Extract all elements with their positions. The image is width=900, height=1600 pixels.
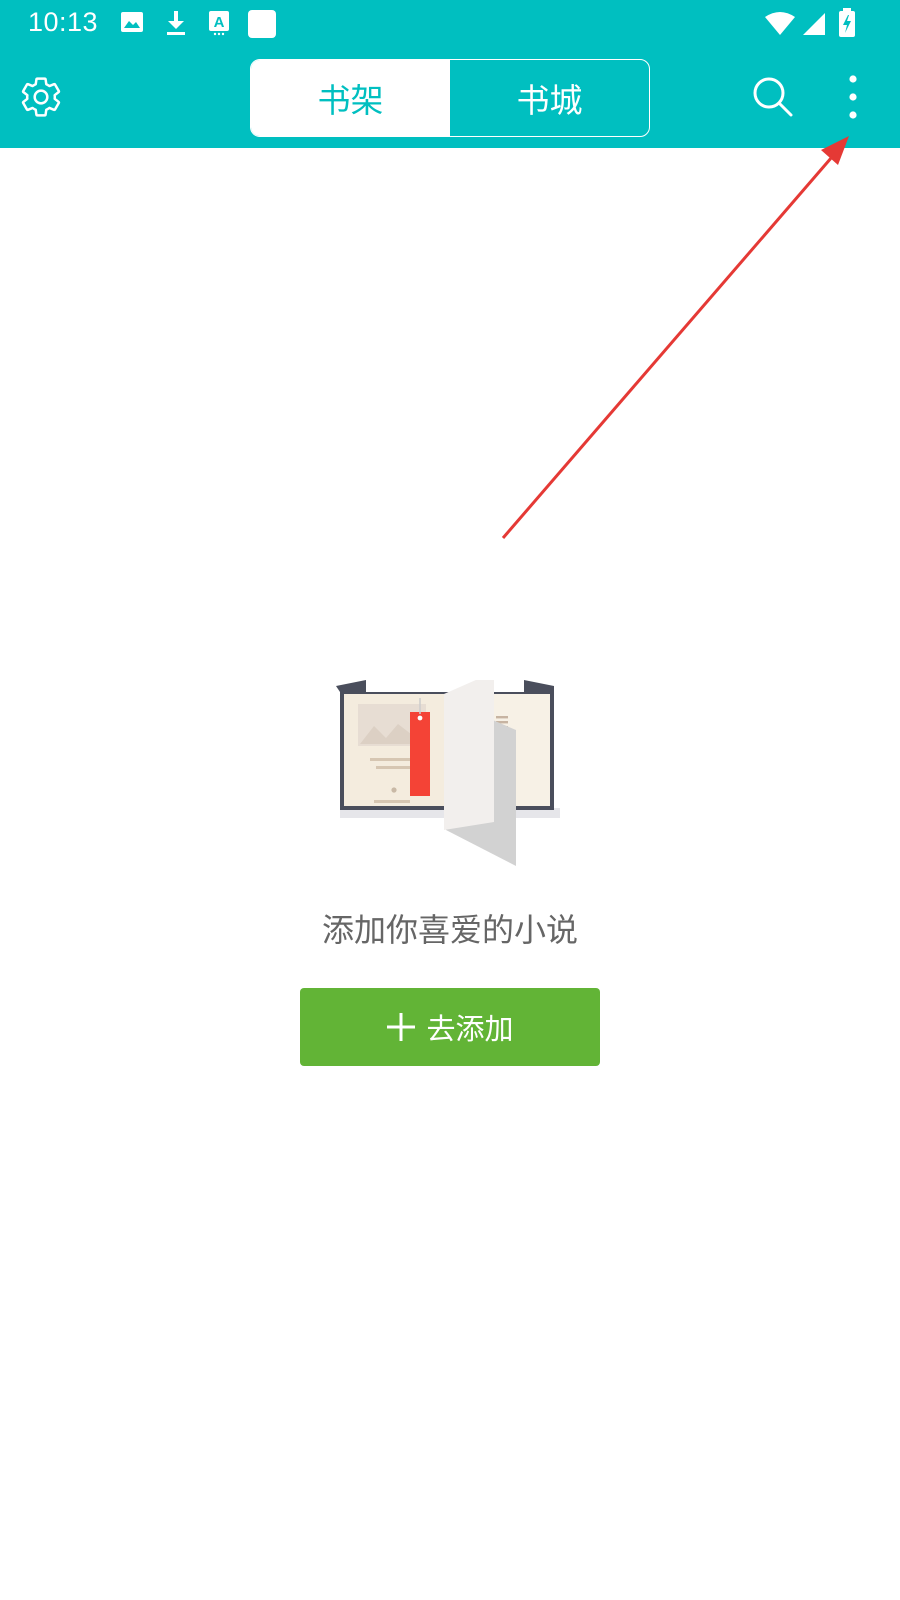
more-options-button[interactable] bbox=[836, 70, 870, 124]
blank-square-icon bbox=[248, 10, 276, 38]
tab-bookshelf[interactable]: 书架 bbox=[251, 60, 450, 136]
tab-bookstore[interactable]: 书城 bbox=[450, 60, 649, 136]
status-bar: 10:13 A bbox=[0, 0, 900, 50]
battery-charging-icon bbox=[839, 8, 855, 37]
wifi-icon bbox=[765, 12, 795, 35]
search-button[interactable] bbox=[752, 76, 794, 118]
search-icon bbox=[753, 77, 793, 117]
image-icon bbox=[121, 12, 143, 32]
plus-icon bbox=[387, 1013, 416, 1041]
app-bar: 书架 书城 bbox=[0, 50, 900, 148]
more-vertical-icon bbox=[849, 75, 857, 119]
add-button-label: 去添加 bbox=[426, 1012, 514, 1046]
tab-group: 书架 书城 bbox=[250, 59, 650, 137]
signal-icon bbox=[803, 13, 825, 35]
open-book-icon bbox=[336, 680, 560, 866]
add-book-button[interactable]: 去添加 bbox=[300, 988, 600, 1066]
download-icon bbox=[167, 11, 185, 35]
gear-icon bbox=[21, 77, 61, 117]
status-time: 10:13 bbox=[28, 7, 99, 37]
empty-state-message: 添加你喜爱的小说 bbox=[321, 911, 578, 949]
font-icon: A bbox=[209, 11, 229, 36]
svg-text:A: A bbox=[214, 14, 225, 31]
screen: 10:13 A 书架 书城 添加你喜爱的小说 去添加 bbox=[0, 0, 900, 1600]
settings-button[interactable] bbox=[18, 74, 64, 120]
